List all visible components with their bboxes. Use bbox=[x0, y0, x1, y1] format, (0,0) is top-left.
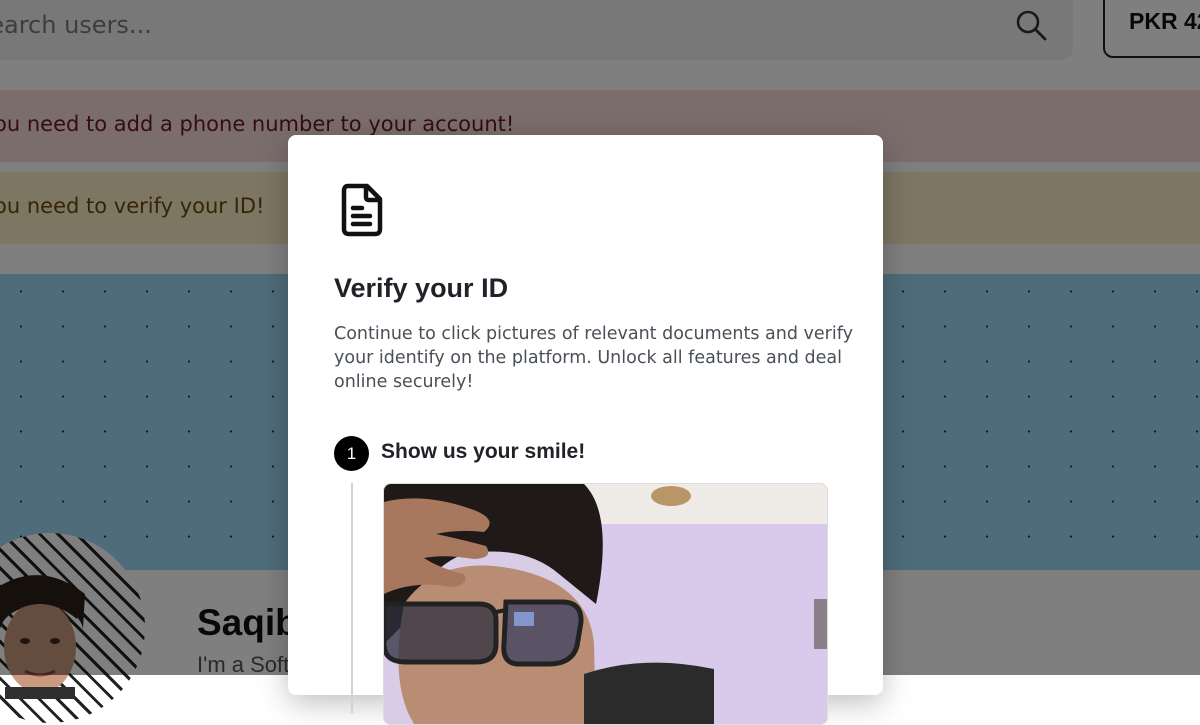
selfie-photo bbox=[384, 484, 827, 724]
modal-title: Verify your ID bbox=[334, 273, 509, 303]
document-icon bbox=[341, 183, 383, 237]
verify-id-modal: Verify your ID Continue to click picture… bbox=[288, 135, 883, 725]
step-title: Show us your smile! bbox=[381, 440, 586, 463]
step-connector bbox=[351, 483, 353, 713]
modal-description: Continue to click pictures of relevant d… bbox=[334, 324, 853, 392]
step-number-badge: 1 bbox=[334, 436, 369, 471]
page: PKR 42 You need to add a phone number to… bbox=[0, 0, 1200, 725]
selfie-capture-preview[interactable] bbox=[383, 483, 828, 725]
